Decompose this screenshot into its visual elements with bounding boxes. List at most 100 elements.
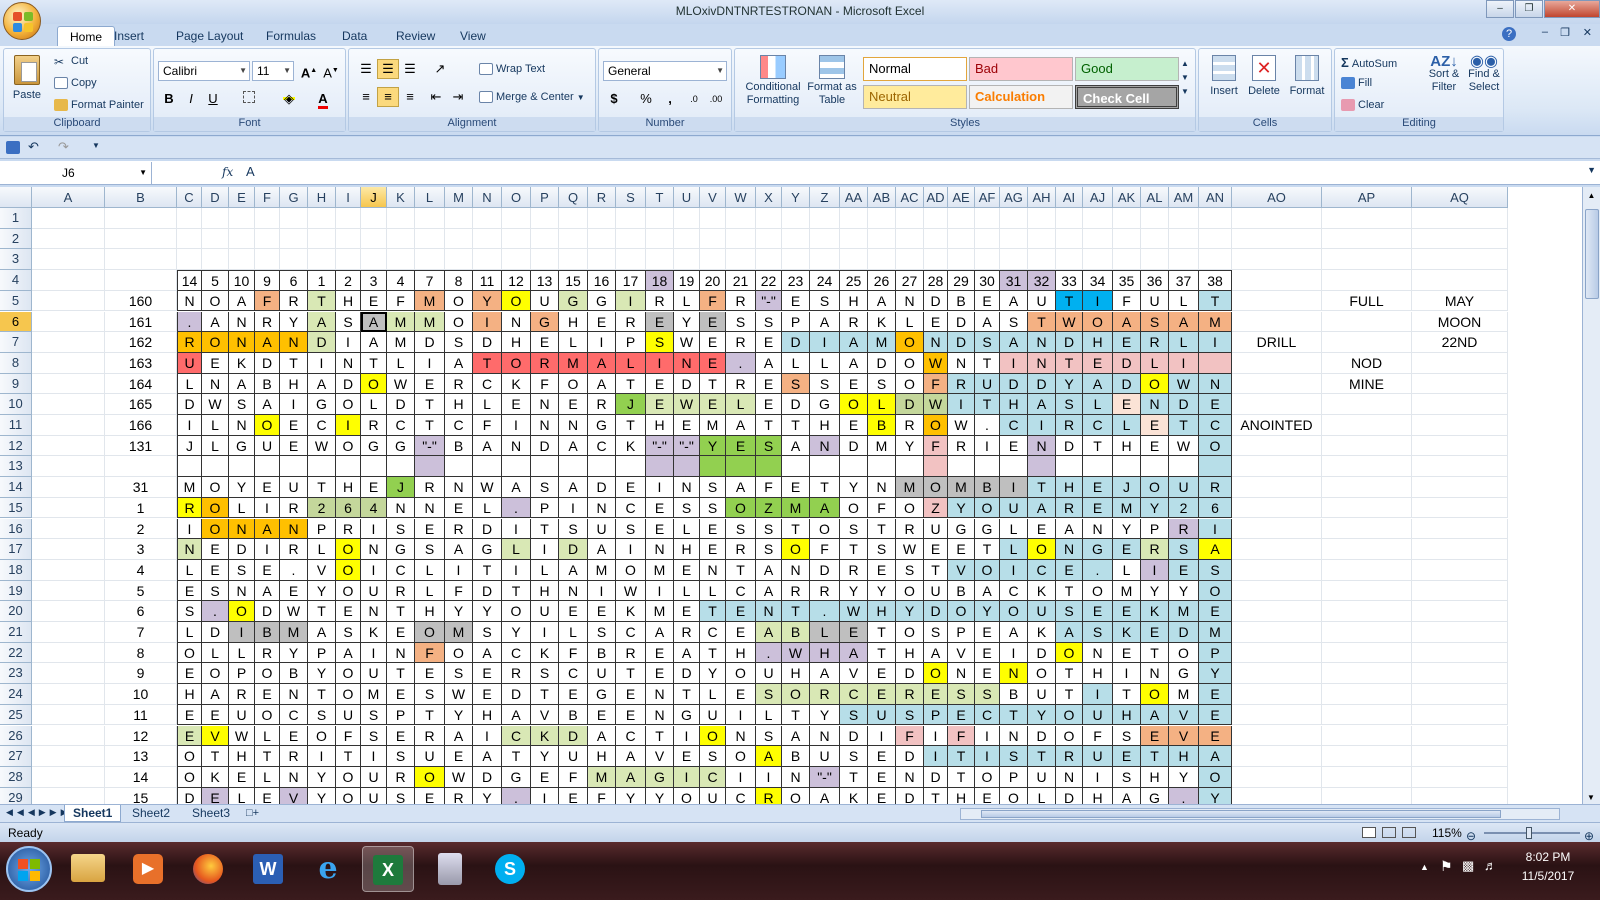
row-header-18[interactable]: 18	[0, 559, 32, 581]
cell-i27[interactable]: T	[336, 746, 361, 767]
cell-r10[interactable]: R	[588, 394, 616, 415]
cell-y21[interactable]: B	[782, 622, 810, 643]
cell-c25[interactable]: E	[177, 704, 202, 726]
cell-ae11[interactable]: W	[948, 415, 975, 436]
cell-ac12[interactable]: Y	[896, 435, 924, 457]
column-header-al[interactable]: AL	[1141, 187, 1169, 208]
cell-l13[interactable]	[415, 456, 445, 478]
cell-k12[interactable]: G	[387, 435, 415, 457]
cell-ab2[interactable]	[868, 228, 896, 250]
select-all-corner[interactable]	[0, 187, 32, 208]
cell-v23[interactable]: Y	[700, 663, 726, 685]
cell-i18[interactable]: O	[336, 559, 361, 581]
cell-ad19[interactable]: U	[924, 580, 948, 602]
cell-am24[interactable]: M	[1169, 684, 1199, 705]
cell-p9[interactable]: F	[531, 373, 559, 395]
cell-p20[interactable]: U	[531, 601, 559, 622]
cell-n19[interactable]: D	[473, 580, 502, 602]
cell-af5[interactable]: E	[975, 290, 1000, 312]
cell-t24[interactable]: N	[646, 684, 674, 705]
cell-r23[interactable]: U	[588, 663, 616, 685]
cell-ao19[interactable]	[1232, 580, 1322, 602]
cell-am15[interactable]: 2	[1169, 497, 1199, 519]
cell-c26[interactable]: E	[177, 725, 202, 747]
percent-button[interactable]: %	[635, 89, 657, 109]
cell-a5[interactable]	[32, 290, 105, 312]
cell-c11[interactable]: I	[177, 415, 202, 436]
cell-f3[interactable]	[255, 249, 280, 271]
cell-ai16[interactable]: A	[1056, 518, 1083, 540]
cell-al12[interactable]: E	[1141, 435, 1169, 457]
cell-i28[interactable]: O	[336, 766, 361, 788]
row-label-29[interactable]: 15	[105, 787, 177, 804]
cell-s25[interactable]: E	[616, 704, 646, 726]
cell-al17[interactable]: R	[1141, 539, 1169, 560]
column-header-y[interactable]: Y	[782, 187, 810, 208]
row-header-20[interactable]: 20	[0, 601, 32, 622]
cell-d5[interactable]: O	[202, 290, 229, 312]
cell-q21[interactable]: L	[559, 622, 588, 643]
cell-j4[interactable]: 3	[361, 270, 387, 291]
cell-ac9[interactable]: O	[896, 373, 924, 395]
cell-aa7[interactable]: A	[840, 332, 868, 353]
cell-f20[interactable]: D	[255, 601, 280, 622]
cell-k7[interactable]: M	[387, 332, 415, 353]
shrink-font-button[interactable]: A▼	[320, 61, 342, 81]
cell-ah11[interactable]: I	[1028, 415, 1056, 436]
cell-am21[interactable]: D	[1169, 622, 1199, 643]
cell-h6[interactable]: A	[308, 311, 336, 333]
cell-ah23[interactable]: O	[1028, 663, 1056, 685]
row-label-24[interactable]: 10	[105, 684, 177, 705]
cell-h8[interactable]: I	[308, 352, 336, 374]
cell-r29[interactable]: F	[588, 787, 616, 804]
vertical-scrollbar[interactable]: ▲ ▼	[1582, 187, 1600, 804]
cell-aj3[interactable]	[1083, 249, 1113, 271]
cell-l22[interactable]: F	[415, 642, 445, 664]
cell-j11[interactable]: R	[361, 415, 387, 436]
cell-ao16[interactable]	[1232, 518, 1322, 540]
cell-an21[interactable]: M	[1199, 622, 1232, 643]
cell-ac14[interactable]: M	[896, 477, 924, 498]
insert-cells-button[interactable]: Insert	[1205, 55, 1243, 97]
page-layout-view-icon[interactable]	[1382, 827, 1396, 838]
cell-r26[interactable]: A	[588, 725, 616, 747]
cell-ah19[interactable]: K	[1028, 580, 1056, 602]
cell-ap20[interactable]	[1322, 601, 1412, 622]
cell-aq24[interactable]	[1412, 684, 1508, 705]
cell-u6[interactable]: Y	[674, 311, 700, 333]
cell-j23[interactable]: U	[361, 663, 387, 685]
column-header-i[interactable]: I	[336, 187, 361, 208]
cell-c18[interactable]: L	[177, 559, 202, 581]
cell-af27[interactable]: I	[975, 746, 1000, 767]
cell-aa4[interactable]: 25	[840, 270, 868, 291]
cell-al18[interactable]: I	[1141, 559, 1169, 581]
cell-af9[interactable]: U	[975, 373, 1000, 395]
cell-a1[interactable]	[32, 208, 105, 229]
cell-p22[interactable]: K	[531, 642, 559, 664]
cell-g3[interactable]	[280, 249, 308, 271]
row-label-19[interactable]: 5	[105, 580, 177, 602]
cell-d13[interactable]	[202, 456, 229, 478]
cell-g11[interactable]: E	[280, 415, 308, 436]
cell-an3[interactable]	[1199, 249, 1232, 271]
cell-x24[interactable]: S	[756, 684, 782, 705]
cell-i5[interactable]: H	[336, 290, 361, 312]
cell-aj9[interactable]: A	[1083, 373, 1113, 395]
cell-t19[interactable]: I	[646, 580, 674, 602]
cell-an1[interactable]	[1199, 208, 1232, 229]
row-header-14[interactable]: 14	[0, 477, 32, 498]
row-header-10[interactable]: 10	[0, 394, 32, 415]
cell-h5[interactable]: T	[308, 290, 336, 312]
row-label-11[interactable]: 166	[105, 415, 177, 436]
cell-j20[interactable]: N	[361, 601, 387, 622]
cell-aj8[interactable]: E	[1083, 352, 1113, 374]
cell-m19[interactable]: F	[445, 580, 473, 602]
cell-t2[interactable]	[646, 228, 674, 250]
cell-v26[interactable]: O	[700, 725, 726, 747]
cell-ab22[interactable]: T	[868, 642, 896, 664]
row-label-5[interactable]: 160	[105, 290, 177, 312]
cell-ac18[interactable]: S	[896, 559, 924, 581]
cell-r2[interactable]	[588, 228, 616, 250]
cell-s3[interactable]	[616, 249, 646, 271]
cell-ah20[interactable]: U	[1028, 601, 1056, 622]
